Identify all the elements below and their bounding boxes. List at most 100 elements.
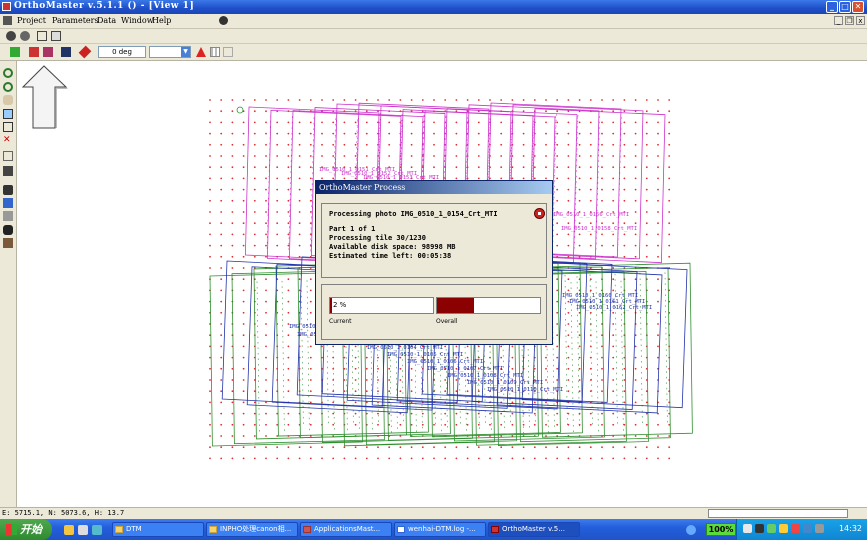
stop-button[interactable]	[534, 208, 545, 219]
maximize-icon[interactable]: □	[839, 1, 851, 13]
grid-point	[645, 457, 648, 460]
grid-point	[634, 222, 637, 225]
grid-point	[567, 188, 570, 191]
grid-point	[242, 99, 245, 101]
grid-point	[500, 345, 503, 348]
gear-icon[interactable]	[6, 31, 16, 41]
grid-point	[265, 155, 267, 157]
grid-point	[634, 99, 637, 101]
delete-icon[interactable]: ✕	[3, 135, 13, 145]
quicklaunch-desktop-icon[interactable]	[78, 525, 88, 535]
image-red-icon[interactable]	[29, 47, 39, 57]
dialog-title[interactable]: OrthoMaster Process	[316, 181, 552, 194]
task-dtm[interactable]: DTM	[112, 522, 204, 537]
open-icon[interactable]	[20, 31, 30, 41]
title-bar[interactable]: OrthoMaster v.5.1.1 () - [View 1] _ □ ✕	[0, 0, 867, 14]
app-icon[interactable]	[2, 2, 11, 11]
save-icon[interactable]	[61, 47, 71, 57]
grid-point	[578, 446, 581, 449]
mdi-minimize-icon[interactable]: _	[834, 16, 843, 25]
grid-point	[545, 110, 547, 113]
binoculars-icon[interactable]	[3, 225, 13, 235]
grid-icon[interactable]	[210, 47, 220, 57]
grid-point	[500, 457, 503, 460]
zoom-in-icon[interactable]	[3, 68, 13, 78]
north-arrow-icon	[21, 65, 68, 129]
task-wenhai-log[interactable]: wenhai-DTM.log -...	[394, 522, 486, 537]
layer-select[interactable]: ▼	[149, 46, 191, 58]
pin-icon[interactable]	[78, 45, 92, 59]
tray-app-icon[interactable]	[767, 524, 776, 533]
grid-point	[309, 379, 312, 381]
grid-point	[253, 99, 256, 101]
angle-input[interactable]: 0 deg	[98, 46, 146, 58]
grid-point	[668, 244, 671, 247]
book-icon[interactable]	[3, 166, 13, 176]
pan-hand-icon[interactable]	[3, 95, 13, 105]
zoom-extent-icon[interactable]	[3, 122, 13, 132]
measure-icon[interactable]	[3, 151, 13, 161]
grid-point	[265, 435, 267, 437]
help-circle-icon[interactable]	[686, 525, 696, 535]
quicklaunch-ie-icon[interactable]	[64, 525, 74, 535]
task-inpho[interactable]: INPHO处理canon相...	[206, 522, 298, 537]
grid-point	[377, 457, 379, 460]
menu-data[interactable]: Data	[97, 16, 116, 25]
grid-point	[287, 278, 290, 281]
mdi-restore-icon[interactable]: ❐	[845, 16, 854, 25]
grid-point	[634, 255, 637, 258]
grid-point	[388, 446, 391, 449]
grid-point	[433, 423, 435, 426]
close-icon[interactable]: ✕	[852, 1, 864, 13]
zoom-out-icon[interactable]	[3, 82, 13, 92]
layers-icon[interactable]	[223, 47, 233, 57]
wand-icon[interactable]	[10, 47, 20, 57]
grid-point	[556, 289, 559, 292]
cursor-select-icon[interactable]	[37, 31, 47, 41]
tool-cursor-icon[interactable]	[219, 16, 228, 25]
grid-point	[511, 446, 514, 449]
list-icon[interactable]	[51, 31, 61, 41]
volume-icon[interactable]	[755, 524, 764, 533]
stop-square-icon[interactable]	[3, 211, 13, 221]
menu-window[interactable]: Window	[121, 16, 154, 25]
grid-point	[343, 356, 346, 359]
grid-point	[657, 121, 659, 124]
minimize-icon[interactable]: _	[826, 1, 838, 13]
quicklaunch-media-icon[interactable]	[92, 525, 102, 535]
task-orthomaster[interactable]: OrthoMaster v.5...	[488, 522, 580, 537]
task-applicationsmaster[interactable]: ApplicationsMast...	[300, 522, 392, 537]
grid-point	[309, 188, 312, 191]
grid-point	[298, 222, 301, 225]
menu-project[interactable]: Project	[17, 16, 46, 25]
image-magenta-icon[interactable]	[43, 47, 53, 57]
grid-point	[657, 233, 659, 236]
warning-icon[interactable]	[196, 47, 206, 57]
tray-usb-icon[interactable]	[815, 524, 824, 533]
menu-help[interactable]: Help	[152, 16, 171, 25]
grid-point	[220, 334, 223, 337]
books-icon[interactable]	[3, 238, 13, 248]
mdi-child-icon[interactable]	[3, 16, 12, 25]
battery-indicator[interactable]: 100%	[706, 523, 736, 536]
print-icon[interactable]	[3, 185, 13, 195]
network-icon[interactable]	[743, 524, 752, 533]
grid-point	[253, 435, 256, 437]
grid-point	[231, 267, 234, 269]
mdi-close-icon[interactable]: x	[856, 16, 865, 25]
tray-shield-icon[interactable]	[779, 524, 788, 533]
grid-point	[220, 166, 223, 169]
grid-point	[601, 155, 603, 157]
grid-point	[623, 99, 626, 101]
start-button[interactable]: 开始	[0, 519, 52, 540]
copy-icon[interactable]	[3, 198, 13, 208]
grid-point	[377, 367, 379, 370]
tray-alert-icon[interactable]	[791, 524, 800, 533]
chevron-down-icon[interactable]: ▼	[181, 47, 190, 57]
grid-point	[287, 334, 290, 337]
grid-point	[410, 155, 413, 157]
grid-point	[612, 323, 615, 325]
tray-ime-icon[interactable]	[803, 524, 812, 533]
zoom-window-icon[interactable]	[3, 109, 13, 119]
menu-parameters[interactable]: Parameters	[52, 16, 99, 25]
